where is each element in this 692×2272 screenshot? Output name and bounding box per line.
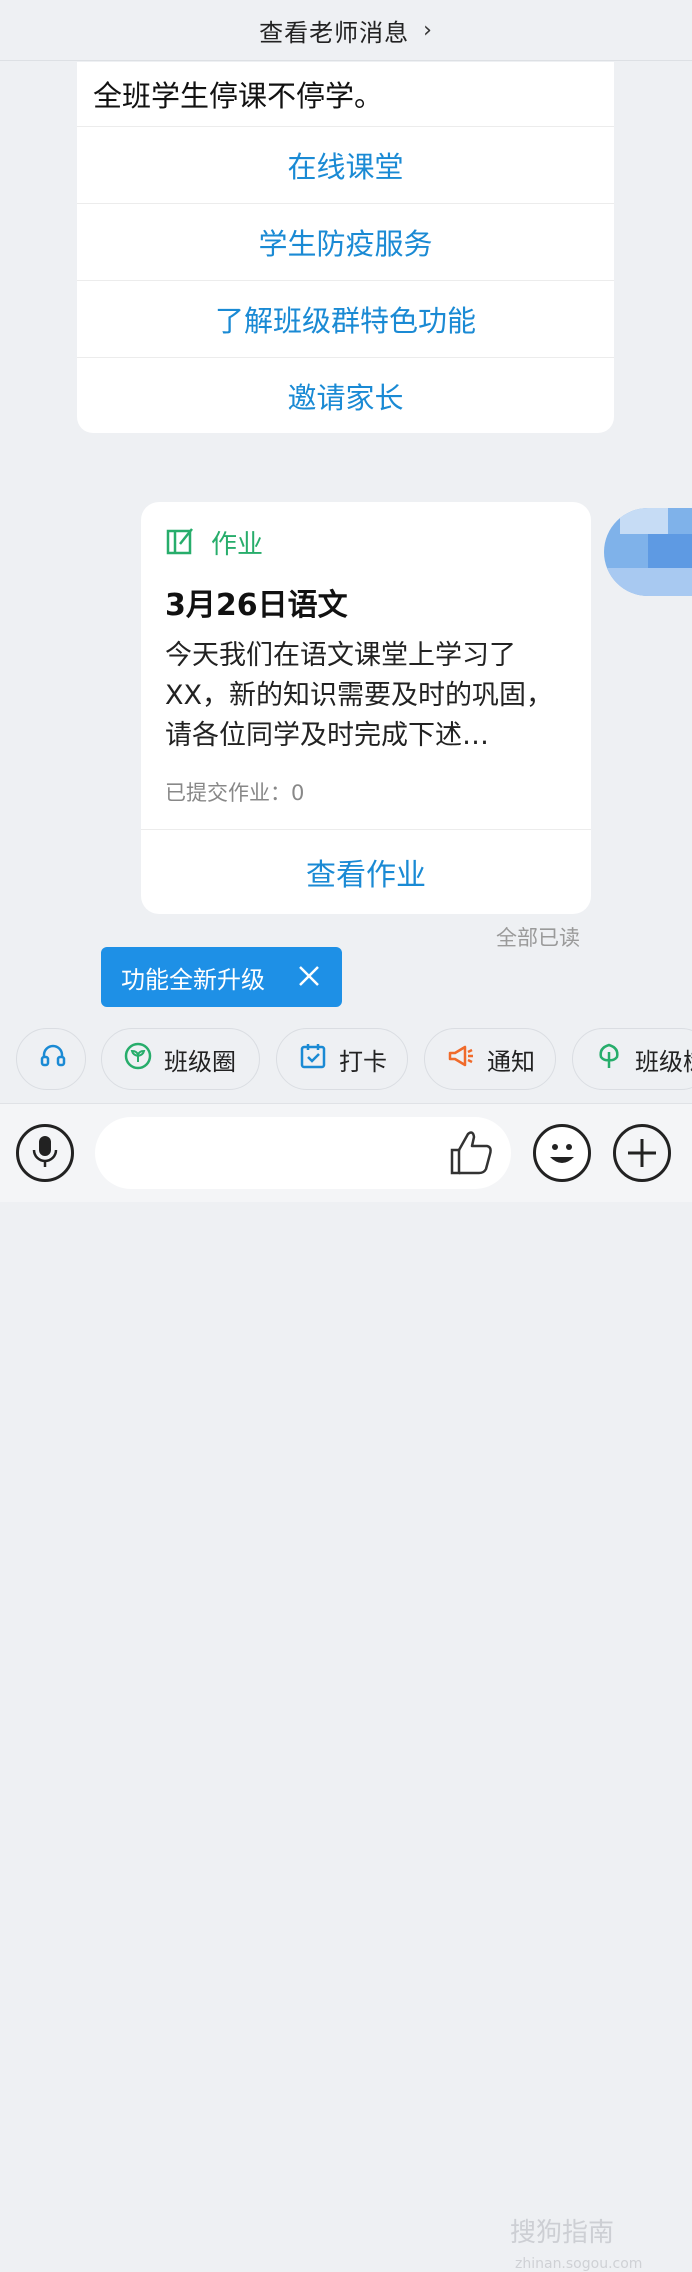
avatar[interactable] bbox=[604, 508, 692, 596]
view-teacher-messages-bar[interactable]: 查看老师消息 › bbox=[0, 0, 692, 61]
more-actions-button[interactable] bbox=[613, 1124, 671, 1182]
sprout-icon bbox=[124, 1042, 152, 1076]
link-invite-parents[interactable]: 邀请家长 bbox=[77, 358, 614, 434]
feature-upgrade-tooltip: 功能全新升级 bbox=[101, 947, 342, 1007]
emoji-button[interactable] bbox=[533, 1124, 591, 1182]
chip-class-circle[interactable]: 班级圈 bbox=[101, 1028, 260, 1090]
link-student-epidemic-service[interactable]: 学生防疫服务 bbox=[77, 204, 614, 281]
chip-check-in-label: 打卡 bbox=[339, 1047, 387, 1076]
chip-class-circle-label: 班级圈 bbox=[164, 1047, 236, 1076]
homework-tag-label: 作业 bbox=[211, 530, 264, 560]
homework-tag: 作业 bbox=[165, 524, 263, 561]
thumbs-up-icon[interactable] bbox=[446, 1126, 496, 1182]
chevron-right-icon: › bbox=[423, 17, 433, 43]
homework-card[interactable]: 作业 3月26日语文 今天我们在语文课堂上学习了XX，新的知识需要及时的巩固，请… bbox=[141, 502, 591, 914]
plus-icon bbox=[616, 1139, 668, 1183]
chip-class-tree[interactable]: 班级树 bbox=[572, 1028, 692, 1090]
chip-class-tree-label: 班级树 bbox=[635, 1047, 692, 1076]
edit-note-icon bbox=[165, 526, 195, 560]
read-status: 全部已读 bbox=[496, 926, 580, 950]
message-text: 全班学生停课不停学。 bbox=[77, 62, 614, 127]
megaphone-icon bbox=[447, 1042, 475, 1076]
view-homework-button[interactable]: 查看作业 bbox=[141, 830, 591, 914]
microphone-icon bbox=[30, 1134, 60, 1172]
quick-action-bar: 班级圈 打卡 通知 班级 bbox=[0, 1028, 692, 1090]
link-online-class[interactable]: 在线课堂 bbox=[77, 127, 614, 204]
chip-notice[interactable]: 通知 bbox=[424, 1028, 556, 1090]
watermark-logo: 搜狗指南 bbox=[510, 2218, 615, 2248]
link-class-group-features[interactable]: 了解班级群特色功能 bbox=[77, 281, 614, 358]
smiley-icon bbox=[536, 1144, 588, 1183]
chip-notice-label: 通知 bbox=[487, 1047, 535, 1076]
watermark-url: zhinan.sogou.com bbox=[515, 2256, 643, 2272]
homework-title: 3月26日语文 bbox=[165, 588, 348, 623]
tree-icon bbox=[595, 1042, 623, 1076]
voice-input-button[interactable] bbox=[16, 1124, 74, 1182]
welcome-message-card: 全班学生停课不停学。 在线课堂 学生防疫服务 了解班级群特色功能 邀请家长 bbox=[77, 62, 614, 433]
view-teacher-messages-label: 查看老师消息 bbox=[259, 18, 410, 47]
chip-check-in[interactable]: 打卡 bbox=[276, 1028, 408, 1090]
submitted-count: 已提交作业：0 bbox=[165, 781, 305, 805]
chip-support[interactable] bbox=[16, 1028, 86, 1090]
close-icon[interactable] bbox=[296, 963, 322, 995]
headset-icon bbox=[39, 1042, 67, 1076]
input-bar: 搜狗指南 zhinan.sogou.com bbox=[0, 1103, 692, 2272]
calendar-check-icon bbox=[299, 1042, 327, 1076]
homework-description: 今天我们在语文课堂上学习了XX，新的知识需要及时的巩固，请各位同学及时完成下述… bbox=[165, 640, 553, 751]
tooltip-text: 功能全新升级 bbox=[121, 965, 265, 994]
